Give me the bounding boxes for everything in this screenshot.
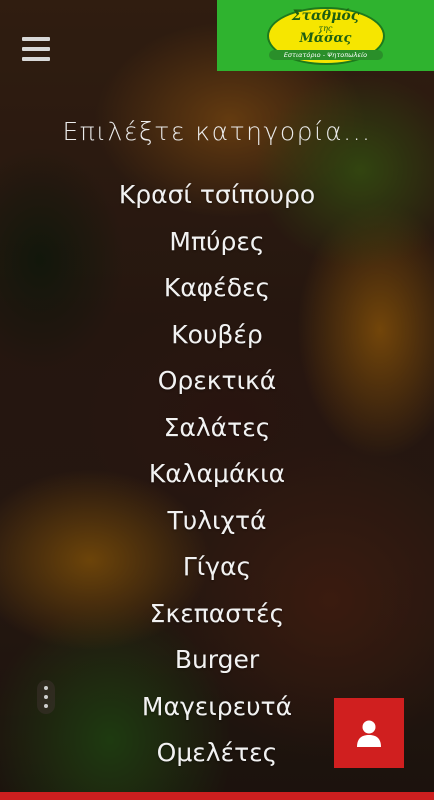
category-item[interactable]: Γίγας	[0, 544, 434, 591]
category-item[interactable]: Καφέδες	[0, 265, 434, 312]
hamburger-menu-icon-bar	[22, 57, 50, 61]
category-item[interactable]: Μπύρες	[0, 219, 434, 266]
hamburger-menu-button[interactable]	[22, 37, 50, 61]
restaurant-logo[interactable]: Σταθμός της Μάσας Εστιατόριο - Ψητοπωλεί…	[217, 0, 434, 71]
vertical-dots-icon[interactable]	[37, 680, 55, 714]
hamburger-menu-icon-bar	[22, 47, 50, 51]
dot	[44, 695, 48, 699]
logo-badge: Σταθμός της Μάσας Εστιατόριο - Ψητοπωλεί…	[266, 5, 385, 67]
category-item[interactable]: Καλαμάκια	[0, 451, 434, 498]
logo-title-line1: Σταθμός	[291, 7, 360, 24]
category-list: Κρασί τσίπουρο Μπύρες Καφέδες Κουβέρ Ορε…	[0, 172, 434, 777]
logo-subtitle: Εστιατόριο - Ψητοπωλείο	[268, 49, 383, 60]
dot	[44, 704, 48, 708]
category-item[interactable]: Κρασί τσίπουρο	[0, 172, 434, 219]
category-item[interactable]: Σκεπαστές	[0, 591, 434, 638]
dot	[44, 686, 48, 690]
user-account-button[interactable]	[334, 698, 404, 768]
page-heading: Επιλέξτε κατηγορία...	[62, 117, 372, 146]
category-item[interactable]: Burger	[0, 637, 434, 684]
category-item[interactable]: Κουβέρ	[0, 312, 434, 359]
hamburger-menu-icon-bar	[22, 37, 50, 41]
category-item[interactable]: Σαλάτες	[0, 405, 434, 452]
user-icon	[357, 720, 381, 747]
category-item[interactable]: Τυλιχτά	[0, 498, 434, 545]
category-item[interactable]: Ορεκτικά	[0, 358, 434, 405]
bottom-accent-bar	[0, 792, 434, 800]
logo-title-line2: Μάσας	[299, 30, 352, 46]
